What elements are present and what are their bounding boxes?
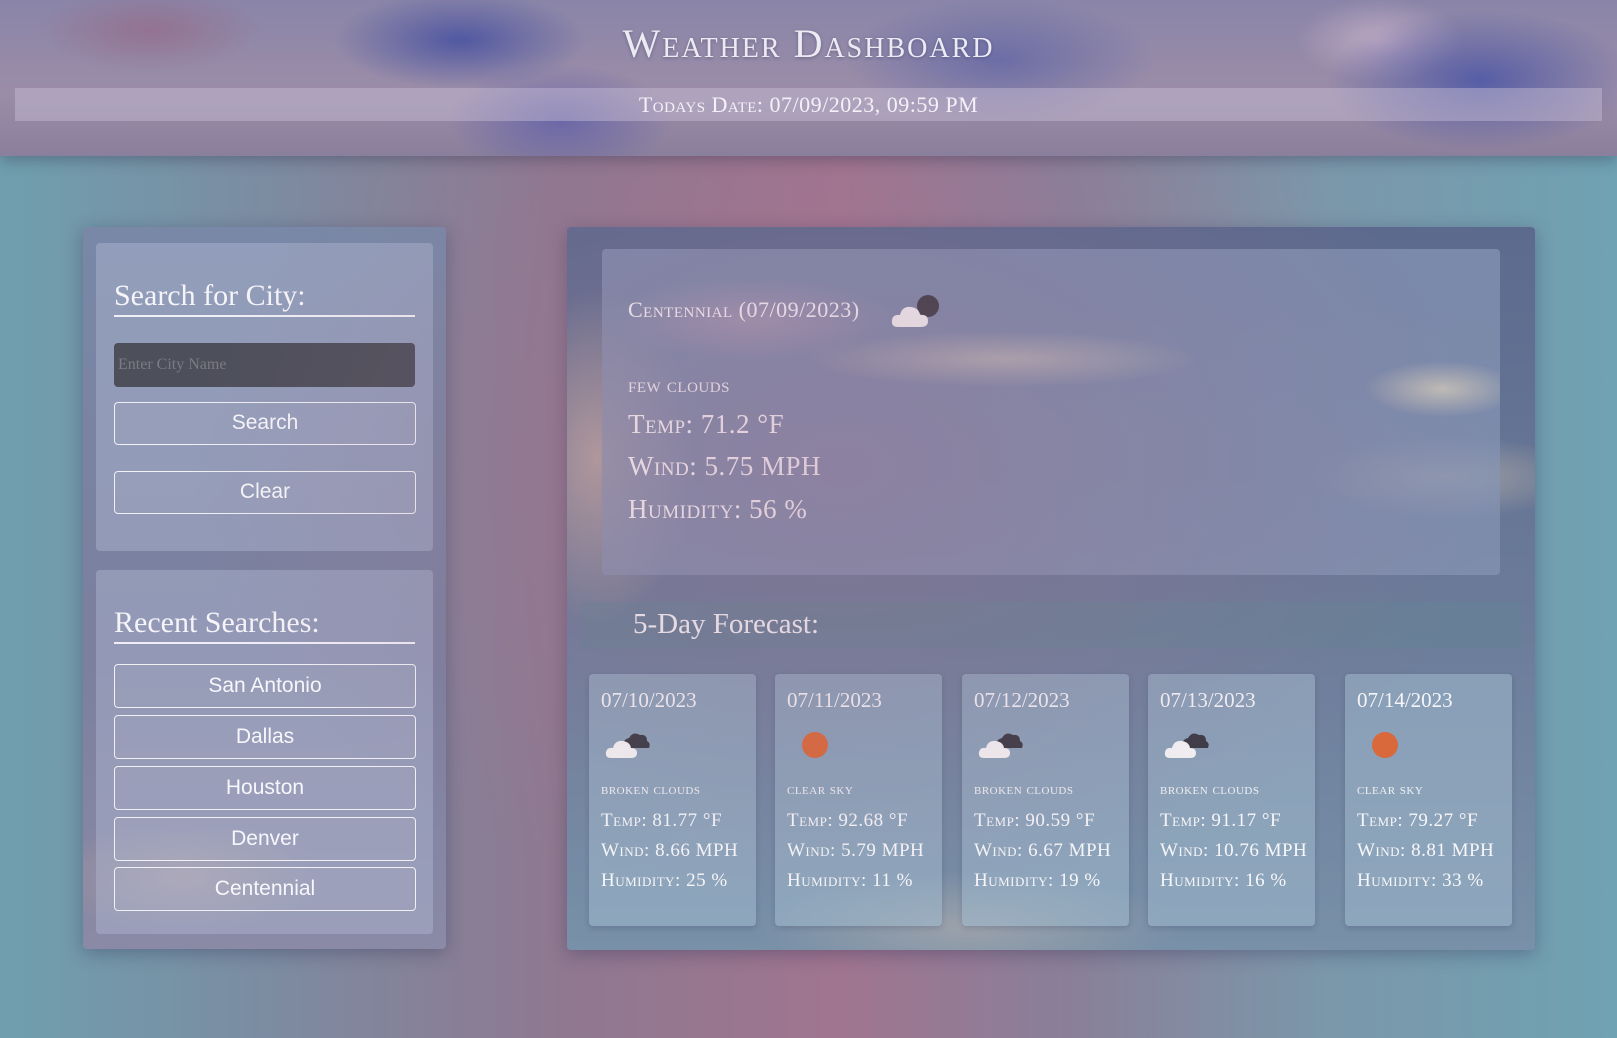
clear-sky-sun-icon	[1372, 732, 1398, 758]
forecast-date: 07/12/2023	[974, 688, 1070, 712]
forecast-header: 5-Day Forecast:	[581, 602, 1521, 648]
recent-search-item[interactable]: Denver	[114, 817, 416, 861]
forecast-wind: Wind: 10.76 MPH	[1160, 840, 1308, 861]
forecast-card: 07/11/2023 clear sky Temp: 92.68 °F Wind…	[775, 674, 942, 926]
current-temp: Temp: 71.2 °F	[628, 409, 785, 439]
broken-clouds-icon	[605, 733, 650, 758]
forecast-humidity: Humidity: 11 %	[787, 870, 913, 891]
forecast-temp: Temp: 90.59 °F	[974, 810, 1096, 831]
forecast-wind: Wind: 5.79 MPH	[787, 840, 925, 861]
current-weather-card: Centennial (07/09/2023) few clouds Temp:…	[602, 249, 1500, 575]
current-wind: Wind: 5.75 MPH	[628, 451, 822, 481]
clear-sky-sun-icon	[802, 732, 828, 758]
forecast-temp: Temp: 79.27 °F	[1357, 810, 1479, 831]
current-humidity: Humidity: 56 %	[628, 494, 808, 524]
recent-searches-heading: Recent Searches:	[114, 606, 415, 644]
forecast-heading: 5-Day Forecast:	[633, 608, 820, 640]
forecast-card: 07/13/2023 broken clouds Temp: 91.17 °F …	[1148, 674, 1315, 926]
current-description: few clouds	[628, 373, 730, 397]
forecast-humidity: Humidity: 25 %	[601, 870, 728, 891]
forecast-date: 07/11/2023	[787, 688, 882, 712]
recent-search-item[interactable]: Dallas	[114, 715, 416, 759]
forecast-description: clear sky	[1357, 782, 1424, 798]
search-panel: Search for City: Search Clear	[96, 243, 433, 551]
clear-button[interactable]: Clear	[114, 471, 416, 514]
forecast-card: 07/12/2023 broken clouds Temp: 90.59 °F …	[962, 674, 1129, 926]
forecast-description: broken clouds	[601, 782, 701, 798]
broken-clouds-icon	[978, 733, 1023, 758]
forecast-wind: Wind: 8.66 MPH	[601, 840, 739, 861]
sidebar: Search for City: Search Clear Recent Sea…	[83, 227, 446, 949]
forecast-date: 07/13/2023	[1160, 688, 1256, 712]
search-heading: Search for City:	[114, 279, 415, 317]
forecast-temp: Temp: 81.77 °F	[601, 810, 723, 831]
current-city-date: Centennial (07/09/2023)	[628, 297, 860, 322]
forecast-humidity: Humidity: 16 %	[1160, 870, 1287, 891]
recent-search-item[interactable]: San Antonio	[114, 664, 416, 708]
page-title: Weather Dashboard	[622, 21, 995, 66]
search-button[interactable]: Search	[114, 402, 416, 445]
broken-clouds-icon	[1164, 733, 1209, 758]
recent-search-item[interactable]: Centennial	[114, 867, 416, 911]
recent-search-item[interactable]: Houston	[114, 766, 416, 810]
page-header: Weather Dashboard Todays Date: 07/09/202…	[0, 0, 1617, 156]
city-search-input[interactable]	[114, 343, 415, 387]
forecast-description: broken clouds	[1160, 782, 1260, 798]
todays-date: Todays Date: 07/09/2023, 09:59 PM	[15, 88, 1602, 121]
forecast-date: 07/14/2023	[1357, 688, 1453, 712]
forecast-card: 07/10/2023 broken clouds Temp: 81.77 °F …	[589, 674, 756, 926]
forecast-date: 07/10/2023	[601, 688, 697, 712]
weather-main: Centennial (07/09/2023) few clouds Temp:…	[567, 227, 1535, 950]
forecast-card: 07/14/2023 clear sky Temp: 79.27 °F Wind…	[1345, 674, 1512, 926]
forecast-temp: Temp: 91.17 °F	[1160, 810, 1282, 831]
forecast-humidity: Humidity: 19 %	[974, 870, 1101, 891]
recent-searches-panel: Recent Searches: San Antonio Dallas Hous…	[96, 570, 433, 934]
forecast-temp: Temp: 92.68 °F	[787, 810, 909, 831]
forecast-wind: Wind: 6.67 MPH	[974, 840, 1112, 861]
forecast-description: clear sky	[787, 782, 854, 798]
forecast-description: broken clouds	[974, 782, 1074, 798]
few-clouds-night-icon	[891, 295, 939, 327]
forecast-humidity: Humidity: 33 %	[1357, 870, 1484, 891]
forecast-wind: Wind: 8.81 MPH	[1357, 840, 1495, 861]
